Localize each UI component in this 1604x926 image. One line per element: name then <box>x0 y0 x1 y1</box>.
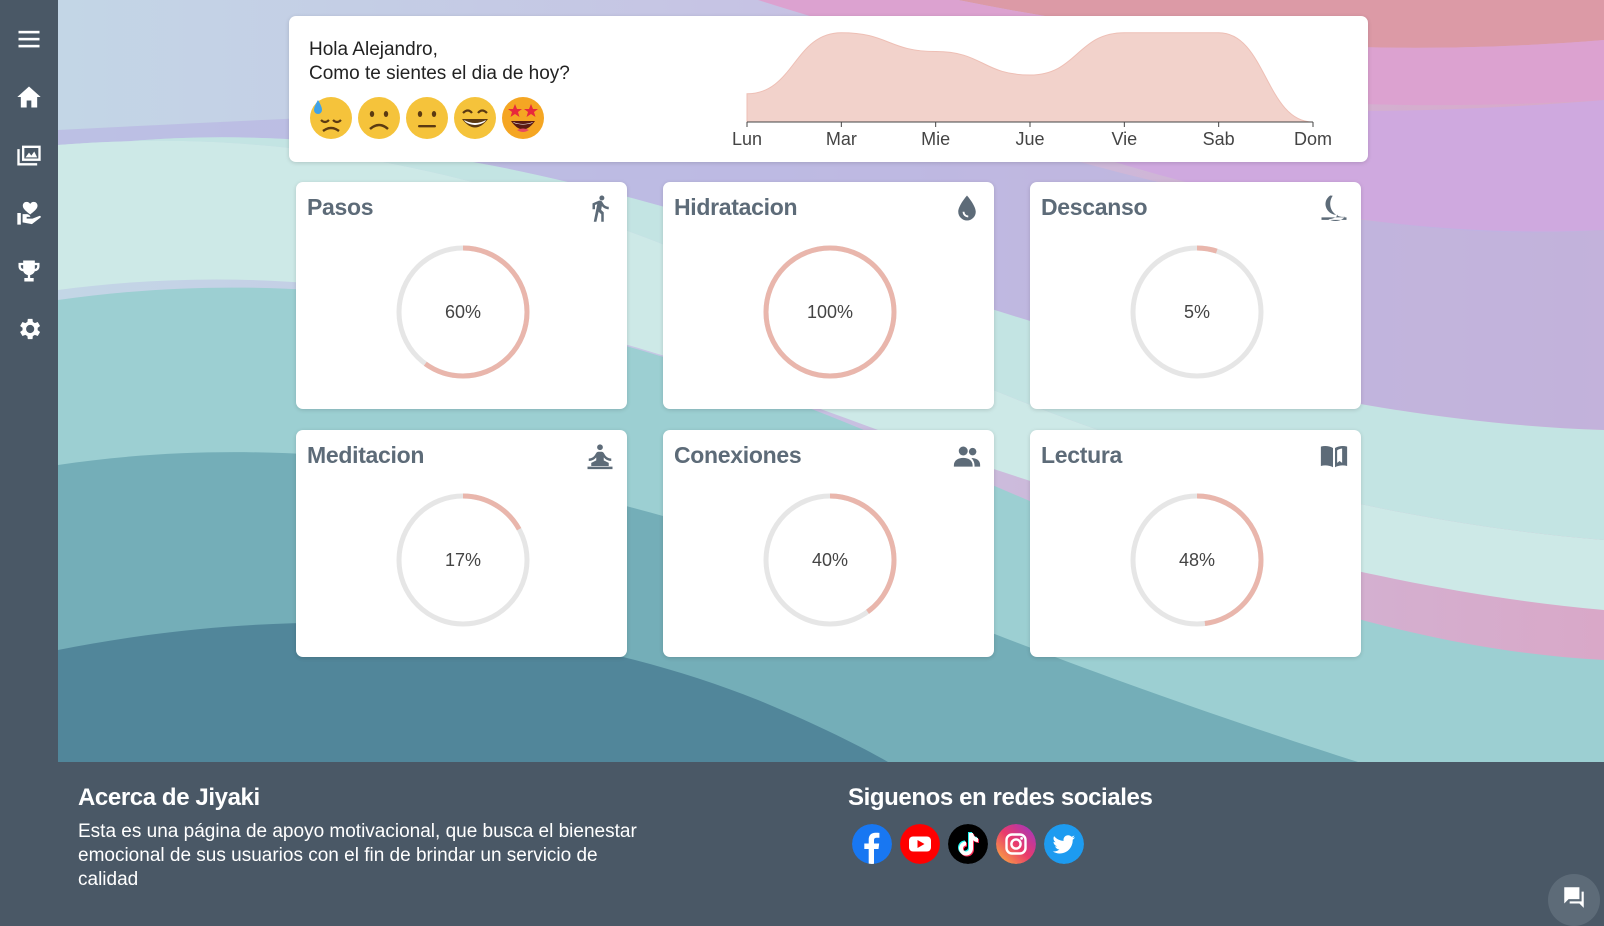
footer: Acerca de Jiyaki Esta es una página de a… <box>58 762 1604 926</box>
moon-icon <box>1321 195 1347 222</box>
progress-label: 17% <box>444 549 482 570</box>
home-icon <box>17 86 41 108</box>
x-tick-label: Mie <box>921 129 950 149</box>
progress-label: 5% <box>1183 301 1210 322</box>
chat-button[interactable] <box>1548 874 1600 926</box>
sidebar-item-settings[interactable] <box>0 300 58 358</box>
x-tick-label: Sab <box>1203 129 1235 149</box>
card-meditacion[interactable]: Meditacion 17% <box>296 430 627 657</box>
social-links <box>852 824 1084 864</box>
greeting-question: Como te sientes el dia de hoy? <box>309 63 570 84</box>
open-book-icon <box>1320 446 1348 468</box>
mood-card: Hola Alejandro, Como te sientes el dia d… <box>289 16 1368 162</box>
card-title: Hidratacion <box>674 194 798 220</box>
card-lectura[interactable]: Lectura 48% <box>1030 430 1361 657</box>
meditation-icon <box>587 444 613 470</box>
x-tick-label: Lun <box>732 129 762 149</box>
progress-label: 40% <box>811 549 849 570</box>
chat-icon <box>1564 887 1584 908</box>
progress-label: 60% <box>444 301 482 322</box>
sidebar-item-care[interactable] <box>0 184 58 242</box>
card-title: Pasos <box>307 194 374 220</box>
sidebar <box>0 0 58 903</box>
trophy-icon <box>18 260 40 282</box>
grinning-emoji[interactable] <box>453 96 497 140</box>
card-descanso[interactable]: Descanso 5% <box>1030 182 1361 409</box>
card-hidratacion[interactable]: Hidratacion 100% <box>663 182 994 409</box>
card-title: Descanso <box>1041 194 1148 220</box>
frowning-emoji[interactable] <box>357 96 401 140</box>
people-icon <box>953 446 981 467</box>
card-pasos[interactable]: Pasos 60% <box>296 182 627 409</box>
card-title: Lectura <box>1041 442 1122 468</box>
progress-label: 48% <box>1178 549 1216 570</box>
mood-area-series <box>746 32 1314 123</box>
sidebar-menu-button[interactable] <box>0 10 58 68</box>
sidebar-item-gallery[interactable] <box>0 126 58 184</box>
mood-area-chart: Lun Mar Mie Jue Vie Sab Dom <box>732 32 1332 149</box>
sidebar-item-achievements[interactable] <box>0 242 58 300</box>
gallery-icon <box>17 145 41 166</box>
about-title: Acerca de Jiyaki <box>78 784 260 811</box>
sidebar-item-home[interactable] <box>0 68 58 126</box>
card-title: Meditacion <box>307 442 425 468</box>
card-title: Conexiones <box>674 442 802 468</box>
twitter-icon[interactable] <box>1044 824 1084 864</box>
mood-selector <box>309 96 545 140</box>
facebook-icon[interactable] <box>852 824 892 864</box>
social-title: Siguenos en redes sociales <box>848 784 1153 811</box>
neutral-emoji[interactable] <box>405 96 449 140</box>
progress-label: 100% <box>806 301 854 322</box>
star-struck-emoji[interactable] <box>501 96 545 140</box>
card-conexiones[interactable]: Conexiones 40% <box>663 430 994 657</box>
greeting-name: Hola Alejandro, <box>309 39 438 60</box>
x-tick-label: Vie <box>1111 129 1137 149</box>
walking-icon <box>592 195 609 222</box>
greeting: Hola Alejandro, Como te sientes el dia d… <box>309 38 570 86</box>
sad-sweat-emoji[interactable] <box>309 96 353 140</box>
tiktok-icon[interactable] <box>948 824 988 864</box>
instagram-icon[interactable] <box>996 824 1036 864</box>
x-tick-label: Mar <box>826 129 857 149</box>
x-tick-label: Jue <box>1015 129 1044 149</box>
x-tick-label: Dom <box>1294 129 1332 149</box>
settings-gear-icon <box>20 318 41 340</box>
about-text: Esta es una página de apoyo motivacional… <box>78 821 637 890</box>
menu-icon <box>18 30 40 48</box>
youtube-icon[interactable] <box>900 824 940 864</box>
care-hand-icon <box>17 201 41 225</box>
water-drop-icon <box>958 195 976 221</box>
